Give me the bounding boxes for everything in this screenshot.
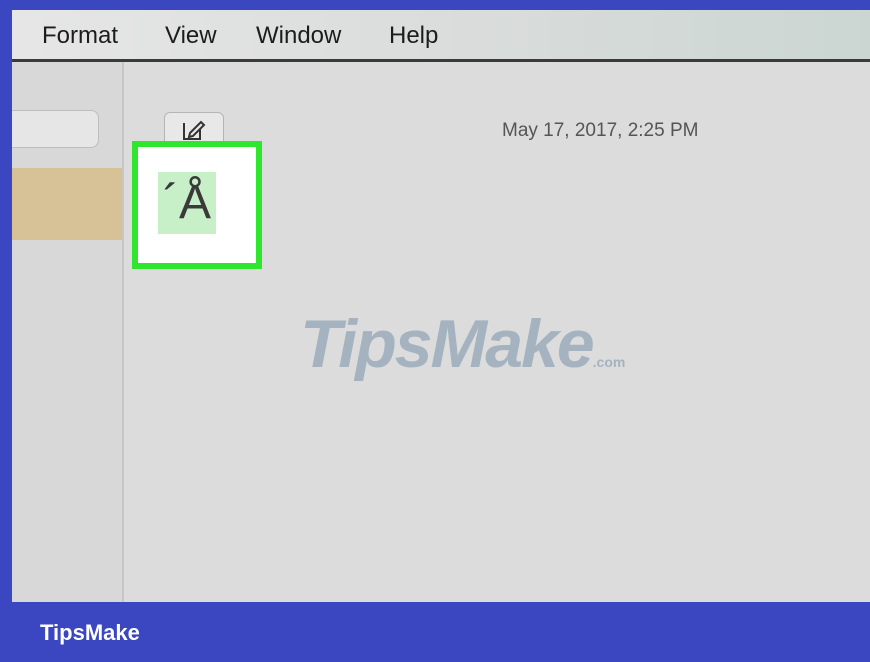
menu-window[interactable]: Window <box>256 22 341 50</box>
menu-view[interactable]: View <box>165 22 217 50</box>
image-frame: Format View Window Help May 17, 2017, 2:… <box>0 0 870 662</box>
watermark: TipsMake.com <box>300 305 625 383</box>
note-timestamp: May 17, 2017, 2:25 PM <box>502 120 699 141</box>
search-input[interactable] <box>12 110 99 148</box>
watermark-suffix: .com <box>592 354 626 370</box>
menu-help[interactable]: Help <box>389 22 438 50</box>
menu-bar: Format View Window Help <box>12 10 870 62</box>
footer-brand: TipsMake <box>40 620 140 645</box>
notes-sidebar <box>12 62 124 602</box>
typed-characters: ´Å <box>158 172 216 234</box>
footer-bar: TipsMake <box>0 602 870 662</box>
typed-text-highlight: ´Å <box>132 141 262 269</box>
watermark-main: TipsMake <box>300 306 595 382</box>
menu-format[interactable]: Format <box>42 22 118 50</box>
notes-app-window: Format View Window Help May 17, 2017, 2:… <box>12 10 870 602</box>
selected-note-item[interactable] <box>12 168 122 240</box>
compose-icon <box>183 120 206 140</box>
